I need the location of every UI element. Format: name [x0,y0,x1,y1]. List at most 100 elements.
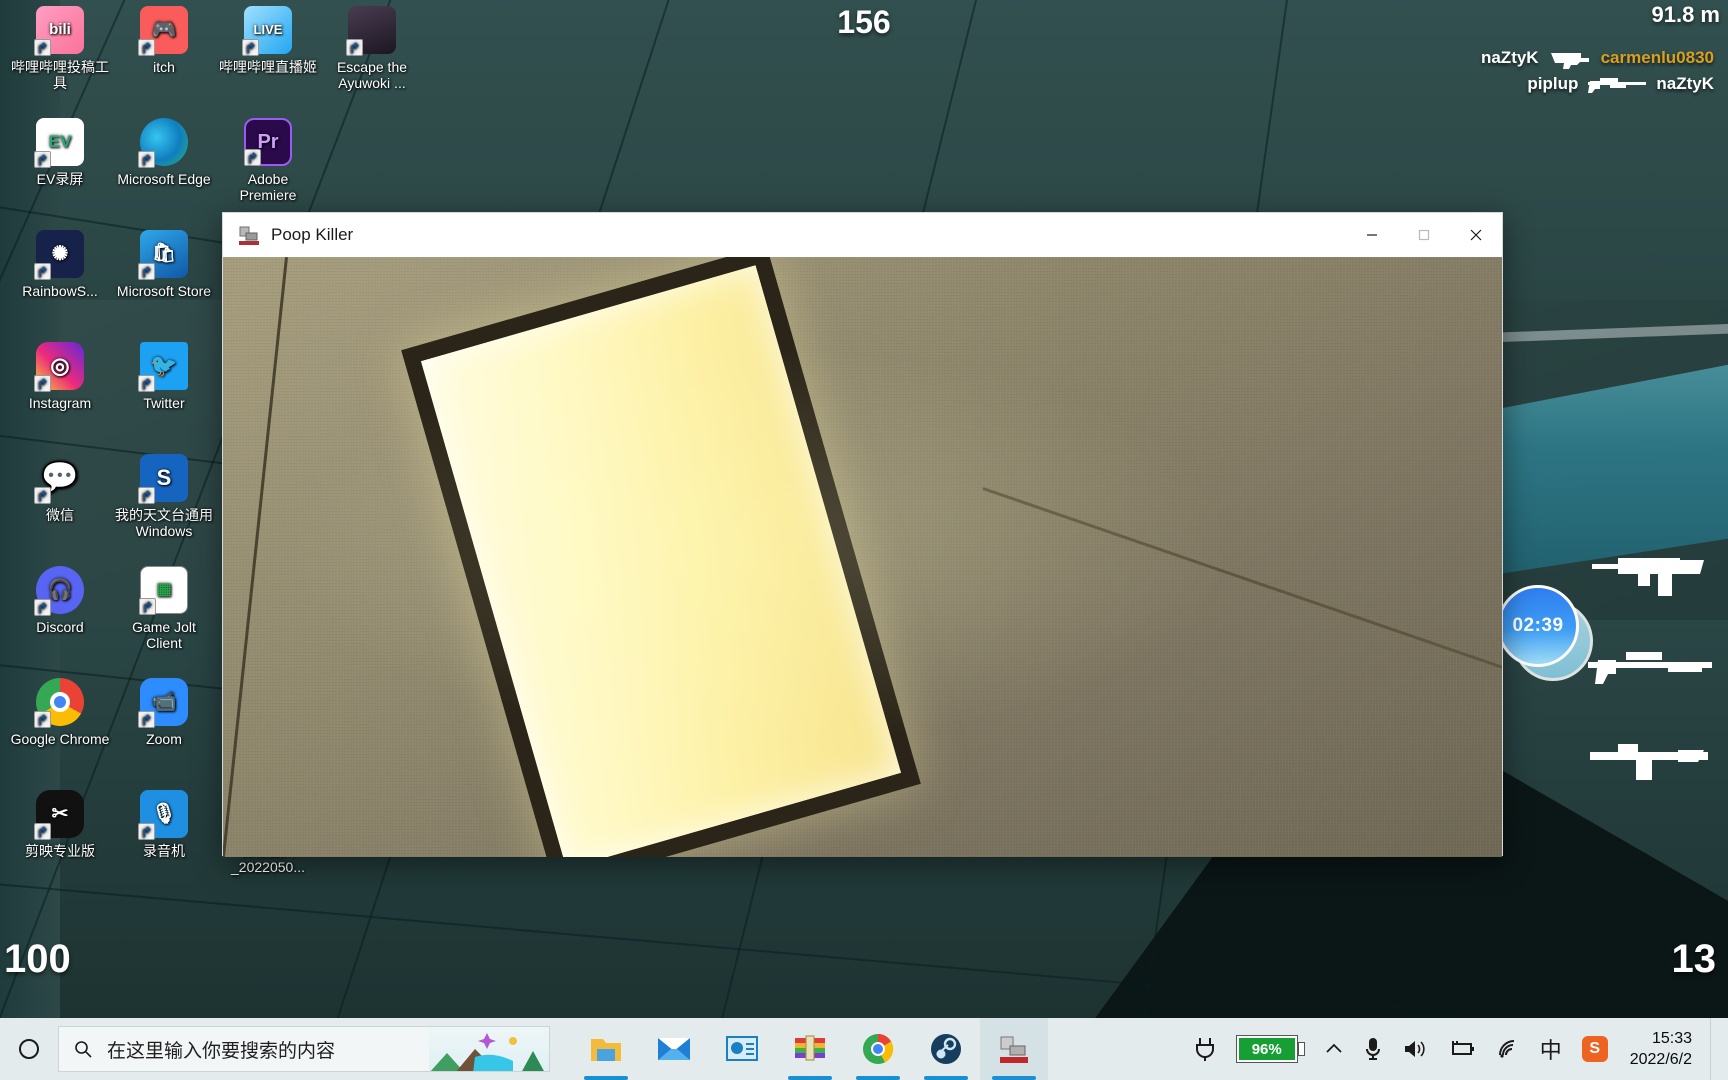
desktop-icon-label: 哔哩哔哩直播姬 [219,59,317,75]
shortcut-overlay-icon [138,39,155,56]
window-title: Poop Killer [271,224,354,244]
desktop-icon-label: Discord [36,619,84,635]
jianying-icon: ✂ [34,790,84,840]
minimize-button[interactable] [1346,213,1398,257]
chrome-icon [34,678,84,728]
show-hidden-icons-button[interactable] [1316,1018,1352,1080]
battery-icon[interactable] [1440,1018,1484,1080]
taskbar-item-poop-killer[interactable] [980,1018,1048,1080]
chrome-icon [863,1034,894,1064]
store-icon: 🛍 [138,230,188,280]
shortcut-overlay-icon [346,39,363,56]
taskbar-item-powerpoint[interactable] [708,1018,776,1080]
poop-killer-window[interactable]: Poop Killer [222,212,1503,857]
search-placeholder: 在这里输入你要搜索的内容 [107,1040,336,1062]
start-button[interactable] [0,1018,58,1080]
killfeed-row: naZtyK carmenlu0830 [1481,45,1714,71]
sogou-label: S [1581,1036,1608,1062]
discord-icon: 🎧 [34,566,84,616]
killfeed: naZtyK carmenlu0830 piplup naZtyK [1481,45,1714,97]
desktop-icon-label: 录音机 [143,843,185,859]
ammo-counter: 13 [1671,937,1717,981]
taskbar-item-google-chrome[interactable] [844,1018,912,1080]
desktop-icon-label: Instagram [28,395,92,411]
shortcut-overlay-icon [139,598,156,615]
desktop-icon-discord[interactable]: 🎧 Discord [10,566,110,635]
search-input[interactable]: 在这里输入你要搜索的内容 [58,1026,550,1072]
window-content-canvas[interactable] [223,257,1502,857]
rifle-icon [1572,714,1722,806]
observatory-icon: S [138,454,188,504]
sogou-input-icon[interactable]: S [1574,1018,1616,1080]
shortcut-overlay-icon [34,39,51,56]
twitter-icon: 🐦 [138,342,188,392]
battery-status-badge[interactable]: 96% [1229,1018,1312,1080]
taskbar-item-mail[interactable] [640,1018,708,1080]
desktop-icon-ev-recorder[interactable]: EV EV录屏 [10,118,110,187]
sniper-icon [1586,74,1648,94]
search-illustration [429,1027,549,1071]
close-button[interactable] [1450,213,1502,257]
window-controls [1346,213,1502,257]
killfeed-row: piplup naZtyK [1481,71,1714,97]
shortcut-overlay-icon [34,263,51,280]
desktop-icon-label: 哔哩哔哩投稿工具 [11,59,109,91]
window-titlebar[interactable]: Poop Killer [223,213,1502,257]
desktop-icon-adobe-premiere[interactable]: Pr Adobe Premiere [218,118,318,203]
shortcut-overlay-icon [34,823,51,840]
taskbar-task-list [572,1018,1048,1080]
desktop-icon-my-observatory[interactable]: S 我的天文台通用 Windows [114,454,214,539]
microphone-icon[interactable] [1356,1018,1390,1080]
taskbar-item-winrar[interactable] [776,1018,844,1080]
desktop-icon-microsoft-store[interactable]: 🛍 Microsoft Store [114,230,214,299]
desktop-icon-label: EV录屏 [36,171,84,187]
desktop-icon-label: Zoom [146,731,182,747]
desktop-icon-label: 微信 [46,507,74,523]
desktop-icon-label: Twitter [143,395,185,411]
desktop-icon-twitter[interactable]: 🐦 Twitter [114,342,214,411]
desktop-icon-jianying-pro[interactable]: ✂ 剪映专业版 [10,790,110,859]
shortcut-overlay-icon [138,823,155,840]
steam-icon [931,1034,961,1064]
weapon-wheel [1572,530,1722,806]
rainbow-six-icon: ✺ [34,230,84,280]
shortcut-overlay-icon [34,487,51,504]
taskbar-item-steam[interactable] [912,1018,980,1080]
power-plug-icon[interactable] [1185,1018,1225,1080]
desktop-icon-bilibili-upload-tool[interactable]: bili 哔哩哔哩投稿工具 [10,6,110,91]
desktop-icon-wechat[interactable]: 💬 微信 [10,454,110,523]
volume-icon[interactable] [1394,1018,1436,1080]
desktop-icon-google-chrome[interactable]: Google Chrome [10,678,110,747]
battery-tip [1298,1043,1304,1055]
chevron-up-icon [1326,1043,1342,1053]
desktop-icon-itch[interactable]: 🎮 itch [114,6,214,75]
shortcut-overlay-icon [138,263,155,280]
clock[interactable]: 15:33 2022/6/2 [1620,1028,1706,1070]
show-desktop-button[interactable] [1710,1018,1720,1080]
presentation-icon [726,1036,758,1061]
ime-chinese-icon[interactable]: 中 [1532,1018,1570,1080]
desktop-icon-instagram[interactable]: ◎ Instagram [10,342,110,411]
desktop-icon-label: Adobe Premiere [239,171,297,203]
desktop-icon-game-jolt-client[interactable]: ▦ Game Jolt Client [114,566,214,651]
desktop-icon-voice-recorder[interactable]: 🎙 录音机 [114,790,214,859]
shortcut-overlay-icon [138,151,155,168]
poop-killer-icon [237,223,261,247]
killfeed-victim: carmenlu0830 [1600,48,1714,67]
desktop-icon-label: itch [153,59,175,75]
game-dark-icon [346,6,396,56]
desktop-icon-bilibili-live[interactable]: LIVE 哔哩哔哩直播姬 [218,6,318,75]
winrar-icon [795,1035,825,1061]
desktop-icon-escape-the-ayuwoki[interactable]: Escape the Ayuwoki ... [322,6,422,91]
desktop-icon-label: Google Chrome [10,731,110,747]
close-icon [1470,229,1482,240]
ime-label: 中 [1539,1038,1562,1063]
maximize-button[interactable] [1398,213,1450,257]
wifi-icon[interactable] [1488,1018,1528,1080]
taskbar-item-file-explorer[interactable] [572,1018,640,1080]
pistol-icon [1547,47,1593,69]
desktop-icon-microsoft-edge[interactable]: Microsoft Edge [114,118,214,187]
desktop-icon-rainbow-six[interactable]: ✺ RainbowS... [10,230,110,299]
desktop-icon-zoom[interactable]: 📹 Zoom [114,678,214,747]
wechat-icon: 💬 [34,454,84,504]
